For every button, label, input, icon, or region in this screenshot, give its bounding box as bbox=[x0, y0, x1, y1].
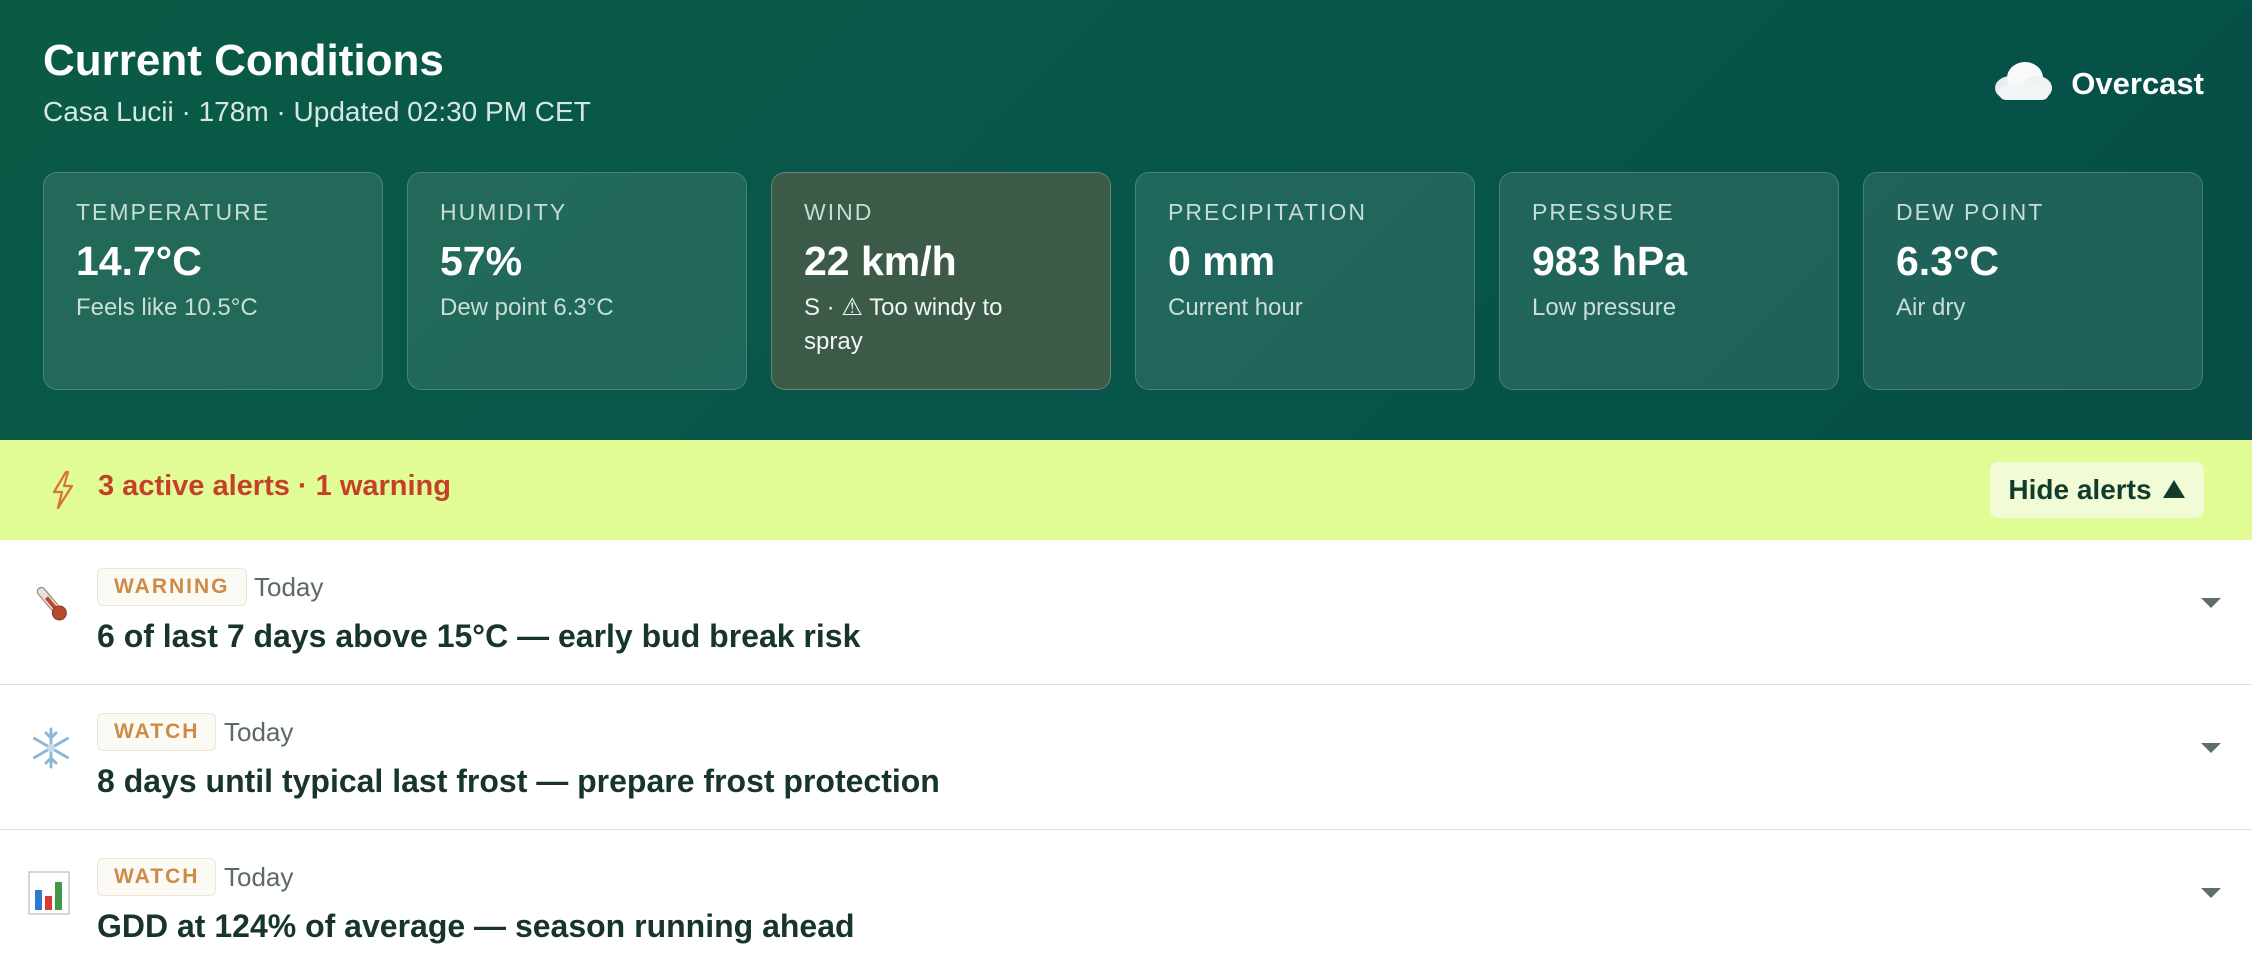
alert-title: 6 of last 7 days above 15°C — early bud … bbox=[97, 618, 861, 654]
alert-item[interactable]: WATCH Today GDD at 124% of average — sea… bbox=[0, 830, 2252, 975]
alert-title: 8 days until typical last frost — prepar… bbox=[97, 763, 940, 799]
hide-alerts-button[interactable]: Hide alerts bbox=[1990, 462, 2204, 518]
card-label: PRECIPITATION bbox=[1168, 199, 1367, 225]
card-sub: Air dry bbox=[1896, 294, 1966, 321]
page-title: Current Conditions bbox=[43, 36, 444, 85]
chevron-down-icon[interactable] bbox=[2200, 886, 2222, 905]
triangle-up-icon bbox=[2162, 474, 2186, 506]
snowflake-icon bbox=[28, 725, 74, 776]
alert-time: Today bbox=[224, 862, 294, 892]
card-label: TEMPERATURE bbox=[76, 199, 271, 225]
condition-label: Overcast bbox=[2071, 65, 2204, 101]
card-value: 983 hPa bbox=[1532, 238, 1687, 284]
precipitation-card: PRECIPITATION 0 mm Current hour bbox=[1135, 172, 1475, 390]
card-label: WIND bbox=[804, 199, 874, 225]
wind-direction-warning-cont: spray bbox=[804, 328, 863, 355]
temperature-card: TEMPERATURE 14.7°C Feels like 10.5°C bbox=[43, 172, 383, 390]
alert-level-badge: WATCH bbox=[97, 858, 217, 896]
alerts-summary: 3 active alerts · 1 warning bbox=[98, 470, 451, 502]
alert-level-badge: WATCH bbox=[97, 713, 217, 751]
alerts-summary-bar: 3 active alerts · 1 warning Hide alerts bbox=[0, 440, 2252, 540]
alert-title: GDD at 124% of average — season running … bbox=[97, 908, 855, 944]
chevron-down-icon[interactable] bbox=[2200, 596, 2222, 615]
bar-chart-icon bbox=[28, 870, 70, 921]
thermometer-icon bbox=[28, 580, 74, 631]
alert-time: Today bbox=[254, 572, 324, 602]
hide-alerts-label: Hide alerts bbox=[2008, 474, 2152, 505]
card-label: HUMIDITY bbox=[440, 199, 568, 225]
card-value: 22 km/h bbox=[804, 238, 957, 284]
alert-level-badge: WARNING bbox=[97, 568, 247, 606]
lightning-icon bbox=[48, 470, 78, 515]
card-sub: Dew point 6.3°C bbox=[440, 294, 614, 321]
card-sub: Feels like 10.5°C bbox=[76, 294, 258, 321]
card-sub: Low pressure bbox=[1532, 294, 1677, 321]
current-conditions-header: Current Conditions Casa Lucii · 178m · U… bbox=[0, 0, 2252, 440]
chevron-down-icon[interactable] bbox=[2200, 741, 2222, 760]
cloud-icon bbox=[1991, 58, 2055, 109]
card-sub: S · ⚠ Too windy to spray bbox=[804, 291, 1078, 359]
wind-direction-warning: S · ⚠ Too windy to bbox=[804, 294, 1003, 321]
card-value: 0 mm bbox=[1168, 238, 1276, 284]
alert-time: Today bbox=[224, 717, 294, 747]
humidity-card: HUMIDITY 57% Dew point 6.3°C bbox=[407, 172, 747, 390]
card-label: DEW POINT bbox=[1896, 199, 2045, 225]
pressure-card: PRESSURE 983 hPa Low pressure bbox=[1499, 172, 1839, 390]
sky-condition: Overcast bbox=[1991, 58, 2204, 109]
card-value: 14.7°C bbox=[76, 238, 202, 284]
card-sub: Current hour bbox=[1168, 294, 1303, 321]
card-value: 57% bbox=[440, 238, 523, 284]
card-label: PRESSURE bbox=[1532, 199, 1675, 225]
dew-point-card: DEW POINT 6.3°C Air dry bbox=[1863, 172, 2203, 390]
alert-item[interactable]: WARNING Today 6 of last 7 days above 15°… bbox=[0, 540, 2252, 685]
wind-card: WIND 22 km/h S · ⚠ Too windy to spray bbox=[771, 172, 1111, 390]
alert-item[interactable]: WATCH Today 8 days until typical last fr… bbox=[0, 685, 2252, 830]
card-value: 6.3°C bbox=[1896, 238, 2000, 284]
location-subtitle: Casa Lucii · 178m · Updated 02:30 PM CET bbox=[43, 96, 591, 127]
